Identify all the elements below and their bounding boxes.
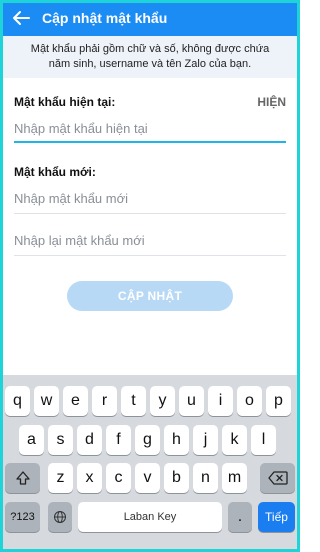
key-e[interactable]: e bbox=[63, 386, 88, 416]
current-password-input[interactable]: Nhập mật khẩu hiện tại bbox=[14, 117, 286, 139]
key-g[interactable]: g bbox=[135, 425, 160, 455]
emoji-key[interactable] bbox=[48, 502, 72, 532]
key-p[interactable]: p bbox=[266, 386, 291, 416]
current-password-underline bbox=[14, 141, 286, 143]
current-password-label: Mật khẩu hiện tại: bbox=[14, 95, 116, 109]
key-t[interactable]: t bbox=[121, 386, 146, 416]
key-i[interactable]: i bbox=[208, 386, 233, 416]
backspace-key[interactable] bbox=[260, 463, 295, 493]
confirm-password-underline bbox=[14, 255, 286, 256]
update-button[interactable]: CẬP NHẬT bbox=[67, 281, 233, 311]
key-j[interactable]: j bbox=[193, 425, 218, 455]
shift-key[interactable] bbox=[5, 463, 40, 493]
key-z[interactable]: z bbox=[48, 463, 73, 493]
key-a[interactable]: a bbox=[19, 425, 44, 455]
key-l[interactable]: l bbox=[251, 425, 276, 455]
key-s[interactable]: s bbox=[48, 425, 73, 455]
key-h[interactable]: h bbox=[164, 425, 189, 455]
key-o[interactable]: o bbox=[237, 386, 262, 416]
backspace-icon bbox=[267, 471, 288, 485]
period-key[interactable]: . bbox=[228, 502, 252, 532]
notice-line-1: Mật khẩu phải gồm chữ và số, không được … bbox=[30, 43, 270, 55]
page-title: Cập nhật mật khẩu bbox=[42, 10, 168, 26]
shift-icon bbox=[15, 471, 30, 485]
app-header: Cập nhật mật khẩu bbox=[0, 0, 300, 36]
key-d[interactable]: d bbox=[77, 425, 102, 455]
key-n[interactable]: n bbox=[193, 463, 218, 493]
key-c[interactable]: c bbox=[106, 463, 131, 493]
new-password-underline bbox=[14, 213, 286, 214]
notice-line-2: năm sinh, username và tên Zalo của bạn. bbox=[48, 58, 252, 70]
password-rules-notice: Mật khẩu phải gồm chữ và số, không được … bbox=[0, 36, 300, 78]
key-b[interactable]: b bbox=[164, 463, 189, 493]
new-password-label: Mật khẩu mới: bbox=[14, 165, 96, 179]
keyboard: q w e r t y u i o p a s d f g h j k l z … bbox=[0, 375, 300, 552]
key-r[interactable]: r bbox=[92, 386, 117, 416]
key-u[interactable]: u bbox=[179, 386, 204, 416]
confirm-password-input[interactable]: Nhập lại mật khẩu mới bbox=[14, 229, 286, 251]
numbers-key[interactable]: ?123 bbox=[5, 502, 40, 532]
key-k[interactable]: k bbox=[222, 425, 247, 455]
key-w[interactable]: w bbox=[34, 386, 59, 416]
next-key[interactable]: Tiếp bbox=[258, 502, 295, 532]
key-x[interactable]: x bbox=[77, 463, 102, 493]
show-password-button[interactable]: HIỆN bbox=[257, 95, 286, 109]
key-v[interactable]: v bbox=[135, 463, 160, 493]
key-m[interactable]: m bbox=[222, 463, 247, 493]
key-q[interactable]: q bbox=[5, 386, 30, 416]
space-bar[interactable]: Laban Key bbox=[78, 502, 222, 532]
key-f[interactable]: f bbox=[106, 425, 131, 455]
arrow-left-icon bbox=[13, 11, 30, 25]
key-y[interactable]: y bbox=[150, 386, 175, 416]
back-button[interactable] bbox=[0, 0, 42, 36]
globe-icon bbox=[54, 511, 66, 523]
new-password-input[interactable]: Nhập mật khẩu mới bbox=[14, 187, 286, 209]
